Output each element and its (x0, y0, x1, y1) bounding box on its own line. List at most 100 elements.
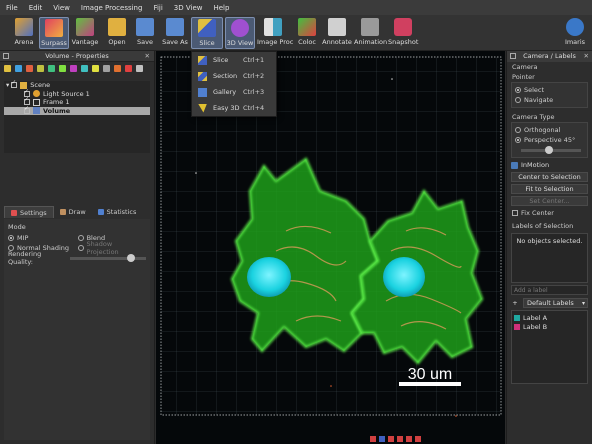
tree-item-volume[interactable]: Volume (4, 105, 150, 115)
taskbar-app-icon[interactable] (379, 436, 385, 442)
annotate-button[interactable]: Annotate (322, 17, 352, 49)
group-icon[interactable] (114, 64, 121, 72)
contour-icon[interactable] (48, 64, 55, 72)
animation-button[interactable]: Animation (354, 17, 387, 49)
radio-label: Perspective 45° (524, 136, 576, 144)
surpass-button[interactable]: Surpass (39, 17, 69, 49)
taskbar-app-icon[interactable] (370, 436, 376, 442)
slider-handle[interactable] (127, 253, 136, 262)
slider-handle[interactable] (545, 145, 553, 154)
pointer-select-radio[interactable]: Select (515, 85, 584, 95)
menu-view[interactable]: View (53, 4, 70, 12)
labels-list: Label A Label B (511, 310, 588, 384)
filaments-icon[interactable] (37, 64, 44, 72)
delete-icon[interactable] (125, 64, 132, 72)
save-as-button[interactable]: Save As (162, 17, 188, 49)
imaris-label: Imaris (564, 38, 586, 46)
close-icon[interactable]: ✕ (145, 51, 150, 62)
menu-item-easy-3d[interactable]: Easy 3D Ctrl+4 (192, 100, 276, 116)
measure-icon[interactable] (59, 64, 66, 72)
taskbar-app-icon[interactable] (415, 436, 421, 442)
menu-item-section[interactable]: Section Ctrl+2 (192, 68, 276, 84)
open-button[interactable]: Open (106, 17, 128, 49)
tab-statistics[interactable]: Statistics (92, 206, 143, 218)
pencil-icon (59, 209, 66, 215)
checkbox[interactable] (24, 105, 30, 114)
volume-icon (33, 107, 40, 115)
close-icon[interactable]: ✕ (584, 51, 589, 62)
vantage-button[interactable]: Vantage (71, 17, 99, 49)
surpass-icon (45, 19, 63, 37)
menu-item-label: Easy 3D (213, 104, 240, 112)
slider-track[interactable] (521, 145, 581, 154)
tab-draw[interactable]: Draw (54, 206, 92, 218)
surfaces-icon[interactable] (15, 64, 22, 72)
perspective-slider[interactable] (515, 145, 584, 155)
menu-item-gallery[interactable]: Gallery Ctrl+3 (192, 84, 276, 100)
view-dropdown-menu: Slice Ctrl+1 Section Ctrl+2 Gallery Ctrl… (191, 51, 277, 117)
label-set-select[interactable]: Default Labels (523, 297, 588, 308)
label-name: Label A (523, 313, 548, 322)
menu-3d-view[interactable]: 3D View (174, 4, 203, 12)
add-label-button[interactable]: + (511, 299, 519, 307)
image-proc-button[interactable]: Image Proc (257, 17, 294, 49)
imaris-button[interactable]: Imaris (562, 17, 588, 49)
settings-icon[interactable] (136, 64, 143, 72)
taskbar-app-icon[interactable] (397, 436, 403, 442)
menu-item-label: Section (213, 72, 238, 80)
tree-label: Frame 1 (43, 98, 70, 107)
taskbar-app-icon[interactable] (406, 436, 412, 442)
frame-icon[interactable] (103, 64, 110, 72)
taskbar-app-icon[interactable] (388, 436, 394, 442)
snapshot-button[interactable]: Snapshot (388, 17, 418, 49)
save-as-icon (166, 18, 184, 36)
menu-image-processing[interactable]: Image Processing (81, 4, 143, 12)
save-button[interactable]: Save (134, 17, 156, 49)
set-center-button: Set Center... (511, 196, 588, 206)
image-proc-label: Image Proc (257, 38, 294, 46)
3d-view-button[interactable]: 3D View (225, 17, 255, 49)
mode-label: Mode (8, 223, 26, 231)
list-item[interactable]: Label A (514, 313, 585, 322)
pointer-navigate-radio[interactable]: Navigate (515, 95, 584, 105)
pin-icon[interactable] (510, 53, 516, 59)
menu-help[interactable]: Help (213, 4, 229, 12)
menu-item-label: Gallery (213, 88, 237, 96)
inmotion-toggle[interactable]: InMotion (511, 160, 588, 170)
clipping-plane-icon[interactable] (81, 64, 88, 72)
spots-icon[interactable] (4, 64, 11, 72)
list-item[interactable]: Label B (514, 322, 585, 331)
add-label-input[interactable]: Add a label (511, 285, 588, 295)
pin-icon[interactable] (3, 53, 9, 59)
slice-button[interactable]: Slice (191, 17, 223, 49)
fix-center-checkbox[interactable]: Fix Center (507, 208, 592, 218)
menu-file[interactable]: File (6, 4, 18, 12)
camera-perspective-radio[interactable]: Perspective 45° (515, 135, 584, 145)
taskbar-fragment (370, 436, 592, 444)
center-to-selection-button[interactable]: Center to Selection (511, 172, 588, 182)
menu-edit[interactable]: Edit (29, 4, 43, 12)
coloc-button[interactable]: Coloc (295, 17, 319, 49)
panel-title: Camera / Labels (523, 52, 576, 60)
settings-pane: Mode MIP Normal Shading Blend Shadow Pro… (4, 219, 150, 440)
mode-mip-radio[interactable]: MIP (8, 233, 78, 243)
checkbox-label: Fix Center (521, 209, 554, 217)
menu-item-slice[interactable]: Slice Ctrl+1 (192, 52, 276, 68)
checkbox[interactable] (11, 79, 18, 89)
cells-icon[interactable] (26, 64, 33, 72)
collapse-icon[interactable]: ▾ (6, 81, 9, 89)
annotate-icon (328, 18, 346, 36)
labels-of-selection-label: Labels of Selection (512, 222, 574, 230)
light-source-icon[interactable] (92, 64, 99, 72)
menu-fiji[interactable]: Fiji (153, 4, 162, 12)
annotate-label: Annotate (322, 38, 352, 46)
fit-to-selection-button[interactable]: Fit to Selection (511, 184, 588, 194)
camera-orthogonal-radio[interactable]: Orthogonal (515, 125, 584, 135)
animation-icon (361, 18, 379, 36)
reference-frame-icon[interactable] (70, 64, 77, 72)
arena-button[interactable]: Arena (10, 17, 38, 49)
tree-label: Light Source 1 (43, 89, 90, 98)
rendering-quality-slider[interactable] (69, 253, 146, 262)
radio-dot (515, 137, 521, 143)
tab-settings[interactable]: Settings (4, 206, 54, 218)
